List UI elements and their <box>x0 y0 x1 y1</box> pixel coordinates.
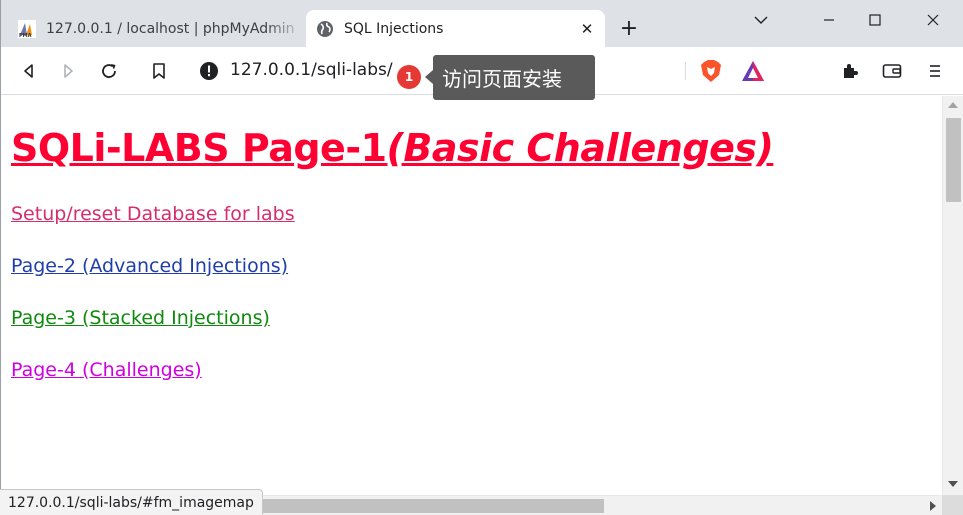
tab-phpmyadmin[interactable]: PMA 127.0.0.1 / localhost | phpMyAdmin <box>8 10 304 47</box>
brave-rewards-icon[interactable] <box>741 59 765 83</box>
page-title-sub: (Basic Challenges) <box>386 126 774 170</box>
tab-sql-injections[interactable]: SQL Injections ✕ <box>306 10 605 47</box>
close-tab-icon[interactable]: ✕ <box>577 19 597 39</box>
tab-strip: PMA 127.0.0.1 / localhost | phpMyAdmin S… <box>0 0 963 47</box>
extensions-icon[interactable] <box>838 59 862 83</box>
page-3-link[interactable]: Page-3 (Stacked Injections) <box>11 307 270 329</box>
site-info-icon[interactable] <box>199 61 219 81</box>
setup-database-link[interactable]: Setup/reset Database for labs <box>11 203 295 225</box>
install-tooltip: 访问页面安装 <box>433 55 595 100</box>
tab-title: 127.0.0.1 / localhost | phpMyAdmin <box>46 20 295 37</box>
scrollbar-thumb[interactable] <box>946 118 961 202</box>
phpmyadmin-icon: PMA <box>18 19 36 39</box>
page-title[interactable]: SQLi-LABS Page-1(Basic Challenges) <box>11 126 774 170</box>
page-2-link[interactable]: Page-2 (Advanced Injections) <box>11 255 288 277</box>
scroll-down-icon[interactable] <box>948 481 958 487</box>
wallet-icon[interactable] <box>880 59 904 83</box>
bookmark-icon[interactable] <box>147 59 171 83</box>
scroll-up-icon[interactable] <box>948 102 958 108</box>
url-text[interactable]: 127.0.0.1/sqli-labs/ <box>230 60 393 80</box>
page-title-main: SQLi-LABS Page-1 <box>11 126 387 170</box>
vertical-scrollbar[interactable] <box>942 96 963 495</box>
svg-text:PMA: PMA <box>19 33 32 38</box>
tab-search-icon[interactable] <box>738 0 784 40</box>
scrollbar-corner <box>942 495 963 515</box>
status-url-bubble: 127.0.0.1/sqli-labs/#fm_imagemap <box>0 489 263 515</box>
reload-icon[interactable] <box>97 59 121 83</box>
tooltip-arrow <box>425 70 433 84</box>
page-viewport: SQLi-LABS Page-1(Basic Challenges) Setup… <box>1 96 941 495</box>
brave-shield-icon[interactable] <box>699 59 723 83</box>
window-close-icon[interactable] <box>910 0 956 40</box>
maximize-icon[interactable] <box>852 0 898 40</box>
notification-badge[interactable]: 1 <box>397 65 421 89</box>
divider <box>685 62 686 80</box>
back-icon[interactable] <box>17 59 41 83</box>
scroll-right-icon[interactable] <box>930 501 936 511</box>
minimize-icon[interactable] <box>806 0 852 40</box>
new-tab-button[interactable]: + <box>616 17 642 43</box>
globe-icon <box>316 20 334 38</box>
page-4-link[interactable]: Page-4 (Challenges) <box>11 359 202 381</box>
forward-icon[interactable] <box>56 59 80 83</box>
menu-icon[interactable] <box>923 59 947 83</box>
tab-title: SQL Injections <box>344 20 444 37</box>
